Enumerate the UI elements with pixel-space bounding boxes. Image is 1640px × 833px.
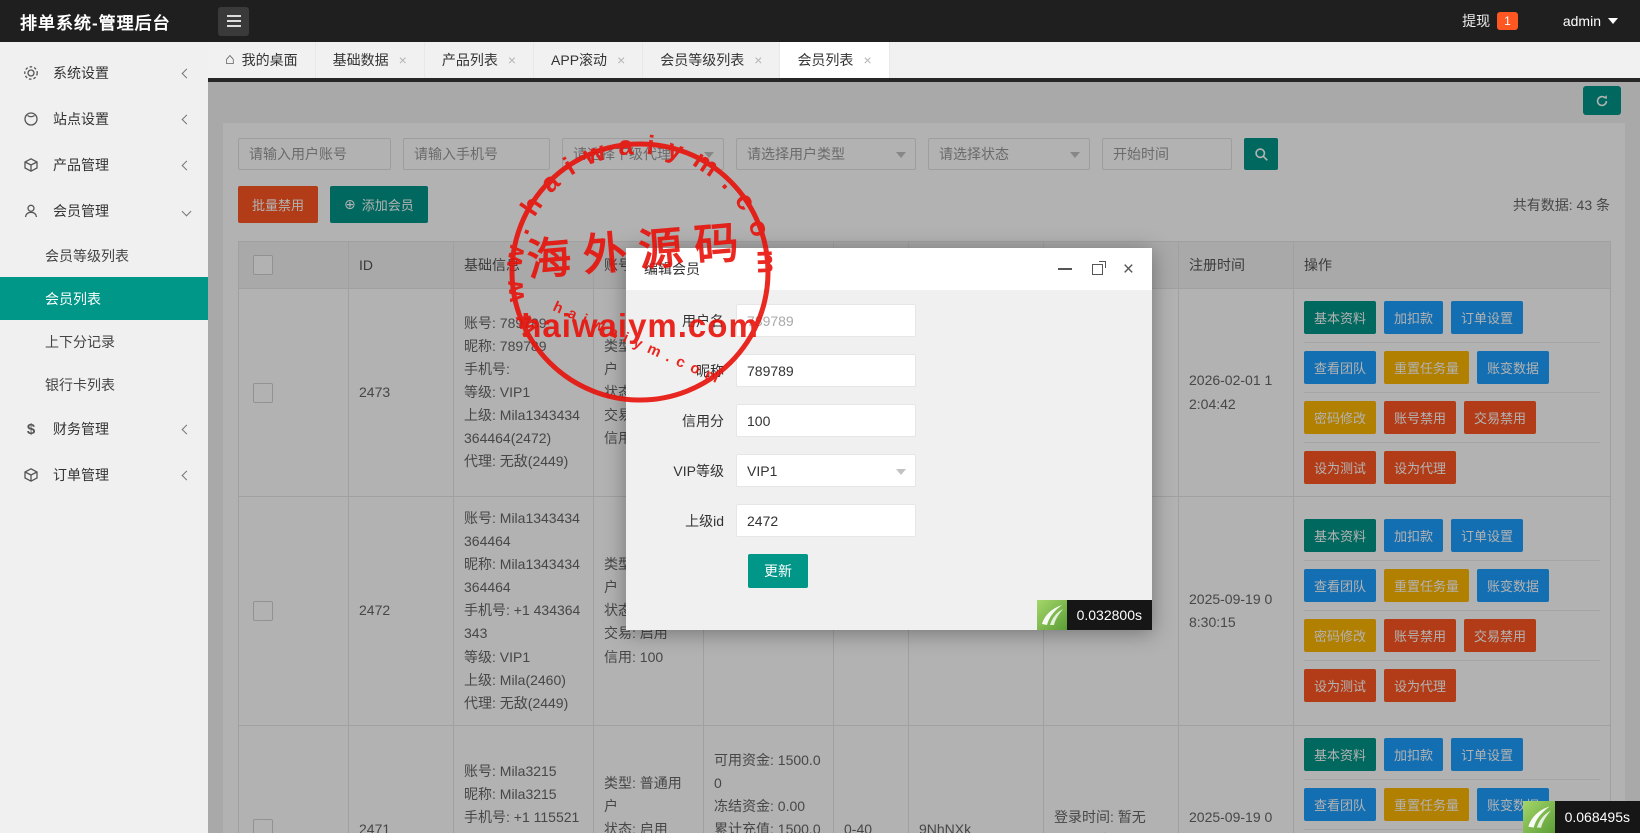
close-tab-icon[interactable]: × xyxy=(863,52,871,68)
update-button[interactable]: 更新 xyxy=(748,554,808,588)
tab-label: 会员列表 xyxy=(797,52,854,68)
tab-product-list[interactable]: 产品列表 × xyxy=(424,42,535,78)
modal-field-row: VIP等级 VIP1 xyxy=(626,454,1152,487)
tab-label: 我的桌面 xyxy=(241,52,298,68)
tab-member-level-list[interactable]: 会员等级列表 × xyxy=(643,42,781,78)
chevron-left-icon xyxy=(181,424,192,434)
edit-member-modal: 编辑会员 × 用户名 789789 昵称 789789 信用分 100 VIP等级 VIP1 上… xyxy=(626,248,1152,630)
nickname-label: 昵称 xyxy=(696,362,724,379)
chevron-down-icon xyxy=(896,469,906,475)
modal-field-row: 上级id 2472 xyxy=(626,504,1152,537)
modal-trace-time: 0.032800s xyxy=(1066,600,1152,630)
chevron-down-icon xyxy=(1608,18,1618,24)
page-trace-badge: 0.068495s xyxy=(1522,801,1640,833)
sidebar-item-system-settings[interactable]: 系统设置 xyxy=(0,50,208,96)
modal-field-row: 用户名 789789 xyxy=(626,304,1152,337)
parent-id-field[interactable]: 2472 xyxy=(736,504,916,537)
topbar-right: 提现 1 admin xyxy=(1462,11,1640,31)
sidebar-item-member-level-list[interactable]: 会员等级列表 xyxy=(0,234,208,277)
tabbar: ⌂ 我的桌面 基础数据 × 产品列表 × APP滚动 × 会员等级列表 × 会员列表 × xyxy=(208,42,1640,82)
cube-icon xyxy=(22,466,40,484)
tab-app-scroll[interactable]: APP滚动 × xyxy=(534,42,644,78)
tab-label: 会员等级列表 xyxy=(660,52,745,68)
modal-header: 编辑会员 × xyxy=(626,248,1152,290)
tab-label: 基础数据 xyxy=(332,52,389,68)
sidebar-item-updown-records[interactable]: 上下分记录 xyxy=(0,320,208,363)
gear-icon xyxy=(22,64,40,82)
globe-icon xyxy=(22,110,40,128)
parent-id-label: 上级id xyxy=(685,512,724,529)
home-icon: ⌂ xyxy=(225,51,235,68)
app-title: 排单系统-管理后台 xyxy=(20,13,171,33)
hamburger-icon xyxy=(226,15,241,27)
close-icon[interactable]: × xyxy=(1123,260,1134,279)
sidebar-item-member-management[interactable]: 会员管理 xyxy=(0,188,208,234)
sidebar: 系统设置站点设置产品管理会员管理会员等级列表 会员列表 上下分记录 银行卡列表 $ 财务管… xyxy=(0,42,208,833)
close-tab-icon[interactable]: × xyxy=(508,52,516,68)
cube-icon xyxy=(22,156,40,174)
withdraw-label: 提现 xyxy=(1462,13,1491,29)
sidebar-item-member-list[interactable]: 会员列表 xyxy=(0,277,208,320)
modal-title: 编辑会员 xyxy=(644,261,700,277)
sidebar-item-label: 订单管理 xyxy=(53,467,109,483)
username-field[interactable]: 789789 xyxy=(736,304,916,337)
user-menu[interactable]: admin xyxy=(1563,13,1618,29)
modal-body: 用户名 789789 昵称 789789 信用分 100 VIP等级 VIP1 上级id 2472… xyxy=(626,290,1152,588)
menu-toggle-button[interactable] xyxy=(218,6,249,36)
modal-trace-badge: 0.032800s xyxy=(1036,600,1152,630)
field-value: 2472 xyxy=(747,512,779,529)
credit-field[interactable]: 100 xyxy=(736,404,916,437)
sidebar-item-label: 财务管理 xyxy=(53,421,109,437)
sidebar-item-label: 产品管理 xyxy=(53,157,109,173)
modal-controls: × xyxy=(1057,260,1134,279)
field-value: 789789 xyxy=(747,312,794,329)
tab-basic-data[interactable]: 基础数据 × xyxy=(315,42,425,78)
nickname-field[interactable]: 789789 xyxy=(736,354,916,387)
sidebar-item-finance-management[interactable]: $ 财务管理 xyxy=(0,406,208,452)
modal-field-row: 昵称 789789 xyxy=(626,354,1152,387)
sidebar-item-label: 会员管理 xyxy=(53,203,109,219)
field-value: VIP1 xyxy=(747,462,778,479)
tab-label: APP滚动 xyxy=(551,52,608,68)
minimize-icon[interactable] xyxy=(1057,268,1072,270)
credit-label: 信用分 xyxy=(682,412,724,429)
sidebar-item-product-management[interactable]: 产品管理 xyxy=(0,142,208,188)
close-tab-icon[interactable]: × xyxy=(754,52,762,68)
tab-label: 产品列表 xyxy=(441,52,498,68)
modal-field-row: 信用分 100 xyxy=(626,404,1152,437)
withdraw-link[interactable]: 提现 1 xyxy=(1462,11,1518,31)
tab-my-desktop[interactable]: ⌂ 我的桌面 xyxy=(208,42,316,78)
page-trace-time: 0.068495s xyxy=(1554,801,1640,833)
vip-level-select[interactable]: VIP1 xyxy=(736,454,916,487)
dollar-icon: $ xyxy=(26,420,36,438)
close-tab-icon[interactable]: × xyxy=(617,52,625,68)
sidebar-item-order-management[interactable]: 订单管理 xyxy=(0,452,208,498)
tab-member-list[interactable]: 会员列表 × xyxy=(780,42,890,78)
thinkphp-trace-icon[interactable] xyxy=(1522,801,1555,833)
username: admin xyxy=(1562,13,1601,29)
username-label: 用户名 xyxy=(682,312,724,329)
chevron-left-icon xyxy=(181,114,192,124)
vip-level-label: VIP等级 xyxy=(673,462,724,479)
chevron-left-icon xyxy=(181,470,192,480)
chevron-left-icon xyxy=(181,68,192,78)
topbar: 排单系统-管理后台 提现 1 admin xyxy=(0,0,1640,42)
chevron-left-icon xyxy=(181,160,192,170)
close-tab-icon[interactable]: × xyxy=(399,52,407,68)
field-value: 789789 xyxy=(747,362,794,379)
sidebar-item-bank-card-list[interactable]: 银行卡列表 xyxy=(0,363,208,406)
sidebar-item-label: 系统设置 xyxy=(53,65,109,81)
user-icon xyxy=(22,202,40,220)
chevron-down-icon xyxy=(181,206,192,216)
sidebar-item-site-settings[interactable]: 站点设置 xyxy=(0,96,208,142)
thinkphp-trace-icon[interactable] xyxy=(1036,600,1067,630)
maximize-icon[interactable] xyxy=(1091,260,1106,275)
field-value: 100 xyxy=(747,412,771,429)
sidebar-item-label: 站点设置 xyxy=(53,111,109,127)
withdraw-badge: 1 xyxy=(1497,12,1518,30)
